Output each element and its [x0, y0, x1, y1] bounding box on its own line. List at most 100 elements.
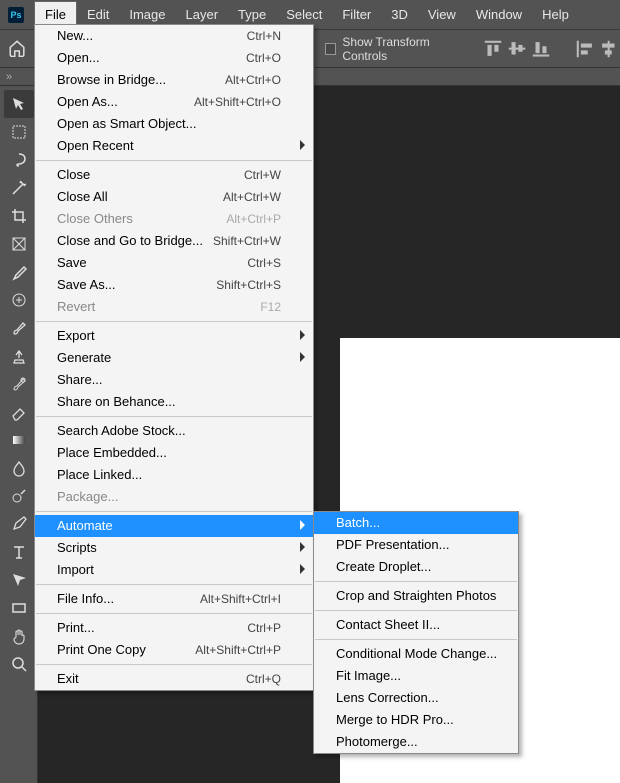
- menu-item-label: Create Droplet...: [336, 560, 431, 574]
- menu-item-search-adobe-stock[interactable]: Search Adobe Stock...: [35, 420, 313, 442]
- tool-eraser[interactable]: [4, 398, 34, 426]
- menu-separator: [36, 321, 312, 322]
- menu-item-place-embedded[interactable]: Place Embedded...: [35, 442, 313, 464]
- tool-path[interactable]: [4, 566, 34, 594]
- tool-crop[interactable]: [4, 202, 34, 230]
- menu-separator: [36, 613, 312, 614]
- menu-item-import[interactable]: Import: [35, 559, 313, 581]
- menu-item-label: Automate: [57, 519, 113, 533]
- menu-item-export[interactable]: Export: [35, 325, 313, 347]
- menu-item-open-as-smart-object[interactable]: Open as Smart Object...: [35, 113, 313, 135]
- menu-item-automate[interactable]: Automate: [35, 515, 313, 537]
- menu-item-open-as[interactable]: Open As...Alt+Shift+Ctrl+O: [35, 91, 313, 113]
- align-top-icon[interactable]: [482, 38, 504, 60]
- submenu-arrow-icon: [300, 520, 305, 530]
- align-hcenter-icon[interactable]: [598, 38, 620, 60]
- tool-type[interactable]: [4, 538, 34, 566]
- menu-help[interactable]: Help: [532, 1, 579, 29]
- menu-item-new[interactable]: New...Ctrl+N: [35, 25, 313, 47]
- submenu-item-lens-correction[interactable]: Lens Correction...: [314, 687, 518, 709]
- align-left-icon[interactable]: [574, 38, 596, 60]
- menu-item-share-on-behance[interactable]: Share on Behance...: [35, 391, 313, 413]
- tool-frame[interactable]: [4, 230, 34, 258]
- menu-view[interactable]: View: [418, 1, 466, 29]
- menu-item-label: Close and Go to Bridge...: [57, 234, 203, 248]
- menu-item-shortcut: Ctrl+P: [247, 621, 281, 635]
- align-vcenter-icon[interactable]: [506, 38, 528, 60]
- menu-item-label: Lens Correction...: [336, 691, 439, 705]
- tool-blur[interactable]: [4, 454, 34, 482]
- menu-item-label: Merge to HDR Pro...: [336, 713, 454, 727]
- menu-item-shortcut: Ctrl+O: [246, 51, 281, 65]
- menu-item-label: PDF Presentation...: [336, 538, 449, 552]
- menu-item-label: Contact Sheet II...: [336, 618, 440, 632]
- menu-separator: [315, 639, 517, 640]
- menu-item-close-and-go-to-bridge[interactable]: Close and Go to Bridge... Shift+Ctrl+W: [35, 230, 313, 252]
- tool-pen[interactable]: [4, 510, 34, 538]
- submenu-item-contact-sheet-ii[interactable]: Contact Sheet II...: [314, 614, 518, 636]
- tool-lasso[interactable]: [4, 146, 34, 174]
- menu-item-browse-in-bridge[interactable]: Browse in Bridge... Alt+Ctrl+O: [35, 69, 313, 91]
- home-icon[interactable]: [8, 39, 26, 59]
- submenu-item-pdf-presentation[interactable]: PDF Presentation...: [314, 534, 518, 556]
- menu-window[interactable]: Window: [466, 1, 532, 29]
- menu-item-open[interactable]: Open...Ctrl+O: [35, 47, 313, 69]
- file-dropdown: New...Ctrl+NOpen...Ctrl+OBrowse in Bridg…: [34, 24, 314, 691]
- menu-item-close-all[interactable]: Close All Alt+Ctrl+W: [35, 186, 313, 208]
- submenu-item-create-droplet[interactable]: Create Droplet...: [314, 556, 518, 578]
- menu-item-scripts[interactable]: Scripts: [35, 537, 313, 559]
- show-transform-label: Show Transform Controls: [342, 35, 464, 63]
- menu-item-exit[interactable]: ExitCtrl+Q: [35, 668, 313, 690]
- menu-3d[interactable]: 3D: [381, 1, 418, 29]
- menu-item-shortcut: Alt+Shift+Ctrl+O: [194, 95, 281, 109]
- tool-dodge[interactable]: [4, 482, 34, 510]
- menu-item-file-info[interactable]: File Info...Alt+Shift+Ctrl+I: [35, 588, 313, 610]
- menu-item-generate[interactable]: Generate: [35, 347, 313, 369]
- menu-item-label: Generate: [57, 351, 111, 365]
- tool-zoom[interactable]: [4, 650, 34, 678]
- menu-filter[interactable]: Filter: [332, 1, 381, 29]
- tool-eyedropper[interactable]: [4, 258, 34, 286]
- tool-rectangle[interactable]: [4, 594, 34, 622]
- menu-item-shortcut: Alt+Ctrl+O: [225, 73, 281, 87]
- submenu-item-batch[interactable]: Batch...: [314, 512, 518, 534]
- show-transform-checkbox[interactable]: Show Transform Controls: [325, 35, 464, 63]
- menu-item-label: Close All: [57, 190, 108, 204]
- submenu-item-fit-image[interactable]: Fit Image...: [314, 665, 518, 687]
- menu-separator: [36, 584, 312, 585]
- submenu-item-crop-and-straighten-photos[interactable]: Crop and Straighten Photos: [314, 585, 518, 607]
- tool-gradient[interactable]: [4, 426, 34, 454]
- align-bottom-icon[interactable]: [530, 38, 552, 60]
- menu-item-shortcut: Shift+Ctrl+W: [213, 234, 281, 248]
- submenu-item-conditional-mode-change[interactable]: Conditional Mode Change...: [314, 643, 518, 665]
- menu-item-print-one-copy[interactable]: Print One CopyAlt+Shift+Ctrl+P: [35, 639, 313, 661]
- menu-item-label: Print...: [57, 621, 95, 635]
- submenu-item-merge-to-hdr-pro[interactable]: Merge to HDR Pro...: [314, 709, 518, 731]
- menu-item-place-linked[interactable]: Place Linked...: [35, 464, 313, 486]
- tool-marquee[interactable]: [4, 118, 34, 146]
- menu-item-label: Browse in Bridge...: [57, 73, 166, 87]
- menu-item-share[interactable]: Share...: [35, 369, 313, 391]
- menu-item-save[interactable]: SaveCtrl+S: [35, 252, 313, 274]
- menu-item-shortcut: Alt+Ctrl+W: [223, 190, 281, 204]
- submenu-item-photomerge[interactable]: Photomerge...: [314, 731, 518, 753]
- menu-item-label: Fit Image...: [336, 669, 401, 683]
- tool-wand[interactable]: [4, 174, 34, 202]
- menu-item-print[interactable]: Print... Ctrl+P: [35, 617, 313, 639]
- tool-clone[interactable]: [4, 342, 34, 370]
- submenu-arrow-icon: [300, 330, 305, 340]
- menu-item-save-as[interactable]: Save As...Shift+Ctrl+S: [35, 274, 313, 296]
- tool-healing[interactable]: [4, 286, 34, 314]
- menu-item-label: Save: [57, 256, 87, 270]
- menu-item-label: Close Others: [57, 212, 133, 226]
- menu-item-shortcut: Ctrl+Q: [246, 672, 281, 686]
- menu-item-shortcut: Ctrl+W: [244, 168, 281, 182]
- menu-item-open-recent[interactable]: Open Recent: [35, 135, 313, 157]
- tool-history[interactable]: [4, 370, 34, 398]
- menu-item-label: Photomerge...: [336, 735, 418, 749]
- menu-item-close[interactable]: CloseCtrl+W: [35, 164, 313, 186]
- tab-expand-icon[interactable]: »: [6, 71, 12, 83]
- tool-brush[interactable]: [4, 314, 34, 342]
- tool-move[interactable]: [4, 90, 34, 118]
- tool-hand[interactable]: [4, 622, 34, 650]
